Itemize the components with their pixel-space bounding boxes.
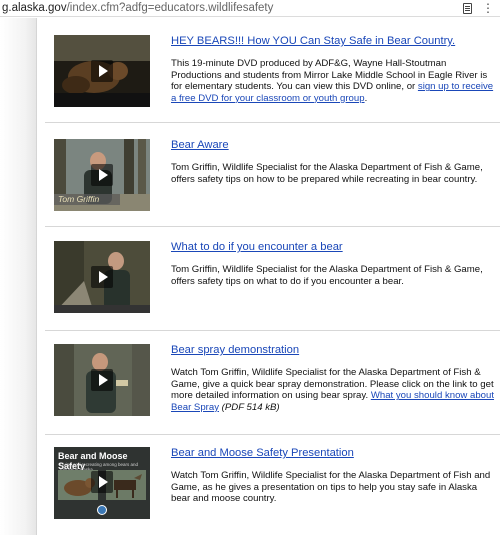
video-title-link[interactable]: HEY BEARS!!! How YOU Can Stay Safe in Be… [171, 35, 496, 48]
video-title-link[interactable]: Bear and Moose Safety Presentation [171, 447, 496, 460]
play-icon[interactable] [91, 164, 113, 186]
video-title-link[interactable]: Bear Aware [171, 139, 496, 152]
adfg-badge-icon [97, 505, 107, 515]
video-description: Tom Griffin, Wildlife Specialist for the… [171, 264, 483, 287]
video-thumbnail[interactable] [54, 241, 150, 313]
video-thumbnail[interactable]: Tom Griffin [54, 139, 150, 211]
video-item-bear-spray: Bear spray demonstration Watch Tom Griff… [45, 331, 500, 435]
video-item-bear-aware: Tom Griffin Bear Aware Tom Griffin, Wild… [45, 123, 500, 227]
video-thumbnail[interactable]: Bear and Moose Safety Living and recreat… [54, 447, 150, 519]
video-description: This 19-minute DVD produced by ADF&G, Wa… [171, 58, 494, 104]
reader-view-icon[interactable] [463, 3, 472, 14]
video-description: Watch Tom Griffin, Wildlife Specialist f… [171, 367, 495, 413]
video-item-encounter-bear: What to do if you encounter a bear Tom G… [45, 227, 500, 331]
video-title-link[interactable]: What to do if you encounter a bear [171, 241, 496, 254]
url-text[interactable]: g.alaska.gov/index.cfm?adfg=educators.wi… [2, 2, 273, 14]
address-bar[interactable]: g.alaska.gov/index.cfm?adfg=educators.wi… [0, 0, 500, 17]
video-thumbnail[interactable] [54, 35, 150, 107]
play-icon[interactable] [91, 60, 113, 82]
speaker-name-banner: Tom Griffin [54, 194, 120, 205]
video-description: Watch Tom Griffin, Wildlife Specialist f… [171, 470, 491, 505]
video-description: Tom Griffin, Wildlife Specialist for the… [171, 162, 483, 185]
play-icon[interactable] [91, 471, 113, 493]
page-left-gutter [0, 18, 37, 535]
video-title-link[interactable]: Bear spray demonstration [171, 344, 496, 357]
play-icon[interactable] [91, 369, 113, 391]
more-icon[interactable]: ⋮ [482, 2, 494, 14]
video-item-hey-bears: HEY BEARS!!! How YOU Can Stay Safe in Be… [45, 18, 500, 123]
pdf-size-note: (PDF 514 kB) [221, 401, 280, 413]
video-item-bear-moose: Bear and Moose Safety Living and recreat… [45, 435, 500, 535]
video-thumbnail[interactable] [54, 344, 150, 416]
play-icon[interactable] [91, 266, 113, 288]
